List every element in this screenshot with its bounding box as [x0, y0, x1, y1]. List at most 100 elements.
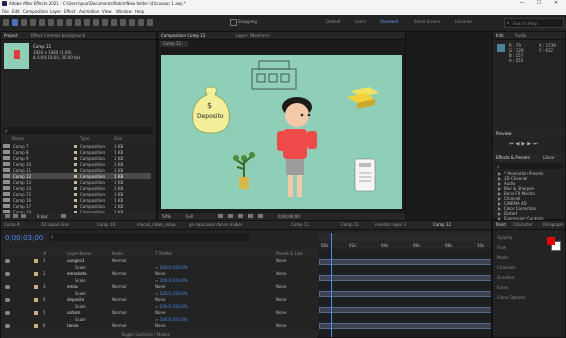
- menu-effect[interactable]: Effect: [64, 9, 76, 14]
- workspace-default[interactable]: Default: [326, 19, 341, 24]
- selection-tool-icon[interactable]: [12, 19, 18, 26]
- label-swatch[interactable]: [74, 163, 77, 166]
- layer-row[interactable]: 2 emaskota Normal None None: [1, 271, 317, 277]
- show-channel-icon[interactable]: [258, 214, 263, 218]
- label-swatch[interactable]: [74, 169, 77, 172]
- track-matte-select[interactable]: None: [155, 297, 165, 302]
- layer-label-swatch[interactable]: [34, 272, 38, 276]
- blend-mode-select[interactable]: Normal: [112, 310, 126, 315]
- layer-row[interactable]: 4 deposito Normal None None: [1, 297, 317, 303]
- workspace-learn[interactable]: Learn: [355, 19, 366, 24]
- menu-file[interactable]: File: [2, 9, 9, 14]
- timeline-tab-active[interactable]: Comp 12: [433, 222, 451, 227]
- track-matte-select[interactable]: None: [155, 323, 165, 328]
- blend-mode-select[interactable]: Normal: [112, 258, 126, 263]
- layer-label-swatch[interactable]: [34, 298, 38, 302]
- tab-preview[interactable]: Preview: [496, 131, 512, 136]
- property-row[interactable]: Scale ∞ 100.0,100.0%: [1, 265, 317, 271]
- parent-select[interactable]: None: [276, 284, 286, 289]
- label-swatch[interactable]: [74, 187, 77, 190]
- property-row[interactable]: Scale ∞ 100.0,100.0%: [1, 278, 317, 284]
- timeline-tab-5[interactable]: gs-rapa base dance maker: [189, 222, 242, 227]
- parent-select[interactable]: None: [276, 258, 286, 263]
- hand-tool-icon[interactable]: [21, 19, 27, 26]
- toggle-switches-modes[interactable]: Toggle Switches / Modes: [121, 332, 170, 337]
- timeline-search-input[interactable]: ρ: [49, 233, 249, 241]
- clone-stamp-tool-icon[interactable]: [120, 19, 126, 26]
- tab-libraries[interactable]: Librar: [543, 155, 555, 160]
- timeline-tab-2[interactable]: 10 Lokasi Gas: [41, 222, 69, 227]
- property-row[interactable]: Scale ∞ 100.0,100.0%: [1, 317, 317, 323]
- layer-bar[interactable]: [319, 307, 491, 313]
- column-name[interactable]: Name: [12, 136, 24, 141]
- workspace-libraries[interactable]: Libraries: [455, 19, 472, 24]
- layer-label-swatch[interactable]: [34, 311, 38, 315]
- layer-label-swatch[interactable]: [34, 259, 38, 263]
- property-value[interactable]: ∞ 100.0,100.0%: [155, 317, 188, 322]
- parent-select[interactable]: None: [276, 271, 286, 276]
- tab-audio[interactable]: Audio: [515, 33, 526, 38]
- property-row[interactable]: Scale ∞ 100.0,100.0%: [1, 291, 317, 297]
- blend-mode-select[interactable]: Normal: [112, 297, 126, 302]
- property-value[interactable]: ∞ 100.0,100.0%: [155, 304, 188, 309]
- home-icon[interactable]: [3, 19, 9, 26]
- layer-bar[interactable]: [319, 259, 491, 265]
- workspace-standard[interactable]: Standard: [380, 19, 398, 24]
- brush-tool-icon[interactable]: [111, 19, 117, 26]
- anchor-tool-icon[interactable]: [75, 19, 81, 26]
- track-matte-select[interactable]: None: [155, 284, 165, 289]
- layer-row[interactable]: 3 emas Normal None None: [1, 284, 317, 290]
- menu-view[interactable]: View: [102, 9, 112, 14]
- bit-depth[interactable]: 8 bpc: [37, 214, 48, 219]
- property-row[interactable]: Scale ∞ 100.0,100.0%: [1, 304, 317, 310]
- layer-row[interactable]: 6 tanaa Normal None None: [1, 323, 317, 329]
- menu-window[interactable]: Window: [116, 9, 132, 14]
- preview-controls[interactable]: ⏮◀▶▶⏭: [509, 141, 540, 147]
- timeline-tab-6[interactable]: Comp 11: [291, 222, 309, 227]
- visibility-eye-icon[interactable]: [5, 285, 10, 289]
- playhead[interactable]: [331, 233, 332, 337]
- layer-name[interactable]: emaskota: [67, 271, 87, 276]
- label-swatch[interactable]: [74, 145, 77, 148]
- label-swatch[interactable]: [74, 151, 77, 154]
- tab-project[interactable]: Project: [4, 33, 18, 38]
- property-value[interactable]: ∞ 100.0,100.0%: [155, 278, 188, 283]
- rotate-tool-icon[interactable]: [66, 19, 72, 26]
- eraser-tool-icon[interactable]: [129, 19, 135, 26]
- current-timecode[interactable]: 0;00;03;00: [5, 234, 43, 242]
- menu-edit[interactable]: Edit: [12, 9, 20, 14]
- new-folder-icon[interactable]: [13, 214, 18, 218]
- column-layer-name[interactable]: Layer Name: [67, 251, 91, 256]
- tab-layer[interactable]: Layer: (Nenhum): [236, 33, 270, 38]
- tab-paragraph[interactable]: Paragraph: [543, 222, 564, 227]
- label-swatch[interactable]: [74, 175, 77, 178]
- label-swatch[interactable]: [74, 193, 77, 196]
- project-search-input[interactable]: ρ: [3, 127, 153, 134]
- maximize-button[interactable]: ☐: [533, 0, 545, 8]
- column-mode[interactable]: Mode: [112, 251, 123, 256]
- tab-info[interactable]: Info: [496, 33, 504, 38]
- rectangle-tool-icon[interactable]: [84, 19, 90, 26]
- snapshot-icon[interactable]: [248, 214, 253, 218]
- layer-name[interactable]: tanaa: [67, 323, 78, 328]
- timeline-tab-4[interactable]: maculi_rabel_setup: [137, 222, 176, 227]
- region-of-interest-icon[interactable]: [218, 214, 223, 218]
- blend-mode-select[interactable]: Normal: [112, 284, 126, 289]
- layer-name[interactable]: uangan1: [67, 258, 85, 263]
- layer-label-swatch[interactable]: [34, 324, 38, 328]
- zoom-tool-icon[interactable]: [30, 19, 36, 26]
- timeline-tab-3[interactable]: Comp 10: [97, 222, 115, 227]
- track-matte-select[interactable]: None: [155, 310, 165, 315]
- composition-viewer[interactable]: $ Deposito: [161, 55, 402, 209]
- label-swatch[interactable]: [74, 205, 77, 208]
- visibility-eye-icon[interactable]: [5, 311, 10, 315]
- layer-name[interactable]: saham: [67, 310, 80, 315]
- label-swatch[interactable]: [74, 181, 77, 184]
- pen-tool-icon[interactable]: [93, 19, 99, 26]
- timeline-tab-7[interactable]: Comp 11: [341, 222, 359, 227]
- layer-name[interactable]: deposito: [67, 297, 84, 302]
- layer-bar[interactable]: [319, 323, 491, 329]
- layer-row[interactable]: 5 saham Normal None None: [1, 310, 317, 316]
- interpret-footage-icon[interactable]: [5, 214, 10, 218]
- resolution-select[interactable]: Full: [186, 214, 193, 219]
